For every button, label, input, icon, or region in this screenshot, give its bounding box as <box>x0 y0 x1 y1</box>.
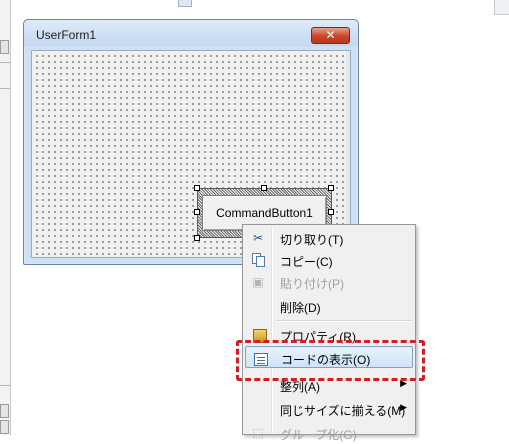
userform-titlebar[interactable]: UserForm1 ✕ <box>24 20 358 46</box>
menu-separator <box>275 320 411 322</box>
submenu-arrow-icon: ▶ <box>400 402 407 412</box>
scroll-arrow[interactable] <box>0 404 9 418</box>
menu-item-cut[interactable]: ✂ 切り取り(T) <box>245 227 413 249</box>
menu-item-label: 貼り付け(P) <box>280 277 344 291</box>
copy-icon <box>250 252 266 268</box>
menu-item-label: コピー(C) <box>280 255 333 269</box>
menu-item-label: 切り取り(T) <box>280 233 344 247</box>
close-button[interactable]: ✕ <box>311 27 350 44</box>
menu-item-label: 同じサイズに揃える(M) <box>280 404 406 418</box>
command-button-label: CommandButton1 <box>216 206 313 220</box>
menu-item-delete[interactable]: 削除(D) <box>245 295 413 317</box>
context-menu: ✂ 切り取り(T) コピー(C) ▣ 貼り付け(P) 削除(D) プロパティ(R… <box>242 224 416 442</box>
resize-handle[interactable] <box>328 209 334 215</box>
divider <box>0 88 10 89</box>
paste-icon: ▣ <box>252 275 264 289</box>
menu-item-label: 削除(D) <box>280 301 321 315</box>
menu-item-group[interactable]: ⬚ グループ化(G) <box>245 422 413 444</box>
divider <box>0 385 10 386</box>
menu-item-copy[interactable]: コピー(C) <box>245 249 413 271</box>
menu-item-make-same-size[interactable]: 同じサイズに揃える(M) ▶ <box>245 398 413 420</box>
resize-handle[interactable] <box>194 209 200 215</box>
resize-handle[interactable] <box>194 235 200 241</box>
userform-title: UserForm1 <box>36 28 97 42</box>
resize-handle[interactable] <box>328 185 334 191</box>
resize-handle[interactable] <box>194 185 200 191</box>
toolbar-fragment <box>178 0 192 7</box>
group-icon: ⬚ <box>252 426 264 440</box>
highlight-callout <box>236 340 425 381</box>
scroll-arrow[interactable] <box>0 40 9 54</box>
divider <box>0 62 10 63</box>
left-panel-edge <box>0 0 11 435</box>
scissors-icon: ✂ <box>252 231 264 245</box>
window-corner-fragment <box>494 0 509 15</box>
close-icon: ✕ <box>325 28 336 42</box>
menu-item-paste[interactable]: ▣ 貼り付け(P) <box>245 271 413 293</box>
scroll-arrow[interactable] <box>0 420 9 434</box>
resize-handle[interactable] <box>261 185 267 191</box>
